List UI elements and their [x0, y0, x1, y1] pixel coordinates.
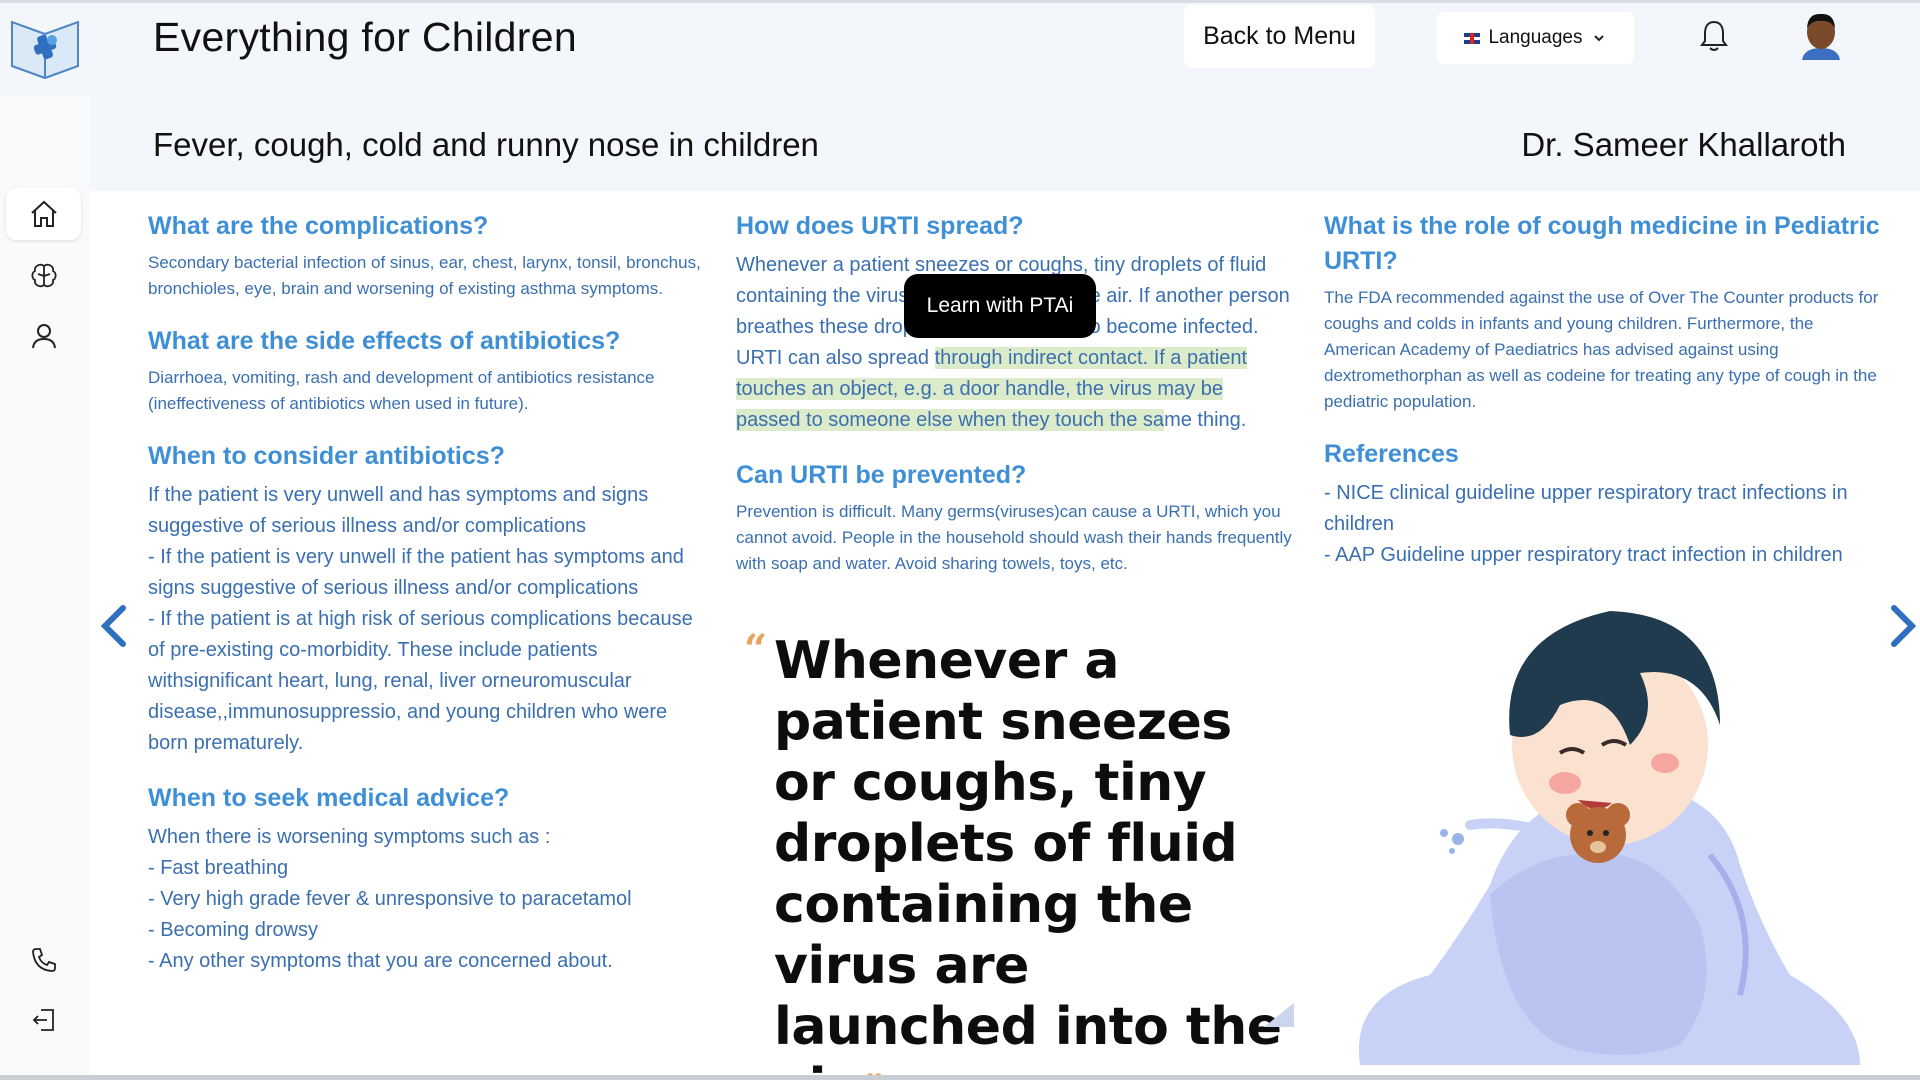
logout-icon [32, 1009, 54, 1031]
user-icon [31, 324, 56, 349]
consider-antibiotics-heading: When to consider antibiotics? [148, 442, 505, 470]
languages-dropdown[interactable]: Languages [1437, 12, 1634, 64]
book-logo-icon[interactable] [8, 16, 82, 82]
page-curl-decoration [1264, 1003, 1294, 1027]
bell-icon[interactable] [1698, 18, 1730, 54]
prevented-heading: Can URTI be prevented? [736, 461, 1027, 489]
sidebar-item-call[interactable] [6, 934, 81, 986]
complications-heading: What are the complications? [148, 212, 489, 240]
seek-advice-line: - Fast breathing [148, 857, 289, 879]
right-column: What is the role of cough medicine in Pe… [1324, 209, 1884, 571]
quote-text: Whenever a patient sneezes or coughs, ti… [774, 631, 1294, 1080]
seek-advice-line: - Becoming drowsy [148, 919, 319, 941]
languages-label: Languages [1488, 27, 1583, 48]
chevron-left-icon[interactable] [99, 604, 129, 648]
quote-open-mark: “ [744, 626, 768, 673]
spread-heading: How does URTI spread? [736, 212, 1024, 240]
coughing-child-illustration [1358, 611, 1860, 1065]
app-title: Everything for Children [153, 14, 577, 60]
consider-antibiotics-line: - If the patient is very unwell if the p… [148, 546, 684, 599]
side-effects-body: Diarrhoea, vomiting, rash and developmen… [148, 368, 655, 413]
brain-icon [30, 263, 57, 288]
consider-antibiotics-line: If the patient is very unwell and has sy… [148, 484, 649, 537]
article-author: Dr. Sameer Khallaroth [1521, 126, 1846, 163]
seek-advice-line: When there is worsening symptoms such as… [148, 826, 551, 848]
prevented-body: Prevention is difficult. Many germs(viru… [736, 502, 1292, 573]
bottom-border [0, 1075, 1920, 1080]
seek-advice-line: - Any other symptoms that you are concer… [148, 950, 613, 972]
side-effects-heading: What are the side effects of antibiotics… [148, 327, 621, 355]
uk-flag-icon [1464, 32, 1481, 44]
top-border [0, 0, 1920, 3]
back-to-menu-button[interactable]: Back to Menu [1184, 5, 1375, 68]
chevron-down-icon [1593, 35, 1604, 42]
middle-column: How does URTI spread? Whenever a patient… [736, 209, 1292, 577]
chevron-right-icon[interactable] [1888, 604, 1918, 648]
quote-body: Whenever a patient sneezes or coughs, ti… [774, 631, 1282, 1080]
sidebar-item-home[interactable] [6, 188, 81, 240]
article-title: Fever, cough, cold and runny nose in chi… [153, 126, 819, 163]
seek-advice-line: - Very high grade fever & unresponsive t… [148, 888, 632, 910]
seek-advice-heading: When to seek medical advice? [148, 784, 510, 812]
sidebar-item-logout[interactable] [6, 994, 81, 1046]
cough-medicine-heading: What is the role of cough medicine in Pe… [1324, 212, 1880, 275]
left-column: What are the complications? Secondary ba… [148, 209, 708, 977]
sidebar-item-learn[interactable] [6, 250, 81, 302]
home-icon [30, 200, 57, 227]
sidebar [0, 96, 90, 1080]
avatar[interactable] [1798, 10, 1844, 62]
sidebar-item-profile[interactable] [6, 310, 81, 362]
references-heading: References [1324, 440, 1459, 468]
spread-text-end: me thing. [1164, 409, 1247, 431]
reference-item[interactable]: - AAP Guideline upper respiratory tract … [1324, 540, 1884, 571]
learn-with-ptai-button[interactable]: Learn with PTAi [904, 274, 1096, 338]
quote-card: “ Whenever a patient sneezes or coughs, … [730, 620, 1292, 1080]
consider-antibiotics-line: - If the patient is at high risk of seri… [148, 608, 693, 754]
cough-medicine-body: The FDA recommended against the use of O… [1324, 288, 1879, 411]
complications-body: Secondary bacterial infection of sinus, … [148, 253, 701, 298]
reference-item[interactable]: - NICE clinical guideline upper respirat… [1324, 478, 1884, 540]
phone-icon [31, 948, 56, 972]
